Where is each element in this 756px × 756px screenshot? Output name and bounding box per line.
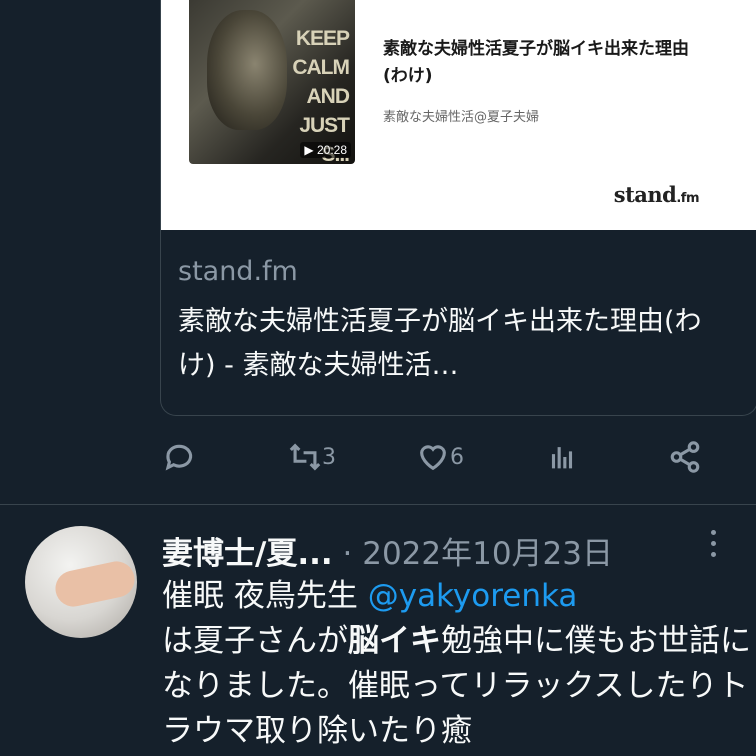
author-name[interactable]: 妻博士/夏...: [162, 536, 333, 572]
thumbnail-image: KEEP CALM AND JUST S... ▶ 20:28: [189, 0, 355, 164]
like-count: 6: [450, 444, 464, 470]
share-button[interactable]: [668, 440, 702, 474]
embed-channel: 素敵な夫婦性活@夏子夫婦: [383, 110, 540, 125]
embed-preview[interactable]: KEEP CALM AND JUST S... ▶ 20:28 素敵な夫婦性活夏…: [161, 0, 756, 230]
tweet-actions: 3 6: [0, 440, 756, 480]
stand-fm-logo: stand.fm: [613, 182, 700, 207]
highlighted-term: 脳イキ: [348, 623, 441, 659]
avatar[interactable]: [25, 526, 137, 638]
avatar-hand-image: [52, 558, 137, 610]
link-card[interactable]: KEEP CALM AND JUST S... ▶ 20:28 素敵な夫婦性活夏…: [160, 0, 756, 416]
analytics-button[interactable]: [545, 440, 579, 474]
retweet-icon: [289, 443, 321, 471]
embed-title: 素敵な夫婦性活夏子が脳イキ出来た理由(わけ): [383, 39, 689, 86]
date-separator: ·: [332, 536, 363, 572]
mention-link[interactable]: @yakyorenka: [368, 578, 578, 614]
duration-badge: ▶ 20:28: [300, 142, 351, 158]
retweet-count: 3: [322, 444, 336, 470]
retweet-button[interactable]: 3: [288, 440, 336, 474]
reply-button[interactable]: [163, 440, 197, 474]
card-title: 素敵な夫婦性活夏子が脳イキ出来た理由(わけ) - 素敵な夫婦性活…: [178, 306, 702, 381]
card-domain: stand.fm: [178, 256, 298, 287]
tweet-date[interactable]: 2022年10月23日: [362, 536, 613, 572]
tweet-divider: [0, 504, 756, 505]
more-options-icon[interactable]: [705, 530, 721, 560]
like-icon: [420, 445, 446, 471]
like-button[interactable]: 6: [416, 440, 464, 474]
tweet-header: 妻博士/夏... · 2022年10月23日: [162, 528, 613, 573]
analytics-icon: [551, 447, 573, 469]
tweet-body: 催眠 夜鳥先生 @yakyorenka は夏子さんが脳イキ勉強中に僕もお世話になり…: [162, 574, 756, 754]
share-icon: [670, 441, 700, 473]
body-text: は夏子さんが: [162, 623, 348, 659]
reply-icon: [165, 444, 193, 471]
body-text: 催眠 夜鳥先生: [162, 578, 368, 614]
